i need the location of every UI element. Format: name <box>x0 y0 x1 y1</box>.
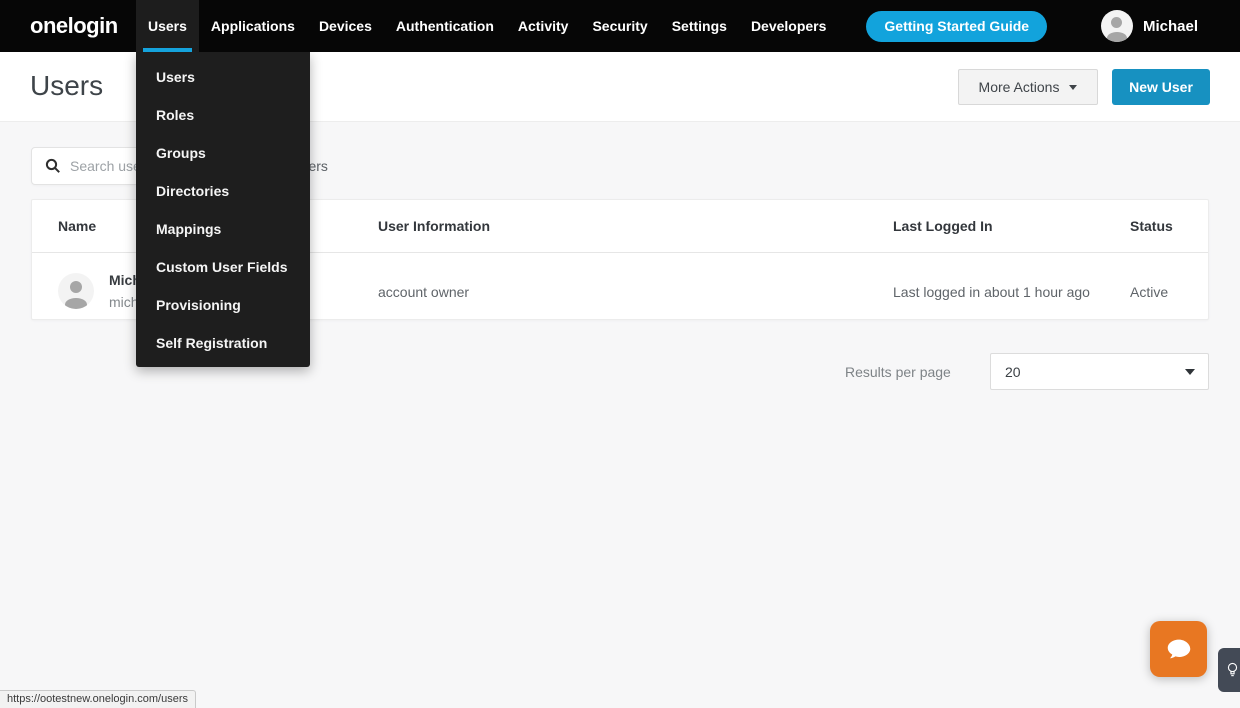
more-actions-label: More Actions <box>979 79 1060 95</box>
results-per-page-select[interactable]: 20 <box>990 353 1209 390</box>
results-per-page-value: 20 <box>1005 364 1021 380</box>
nav-item-applications-label: Applications <box>211 18 295 34</box>
row-status: Active <box>1130 284 1168 300</box>
column-header-status[interactable]: Status <box>1130 218 1173 234</box>
search-icon <box>45 158 61 174</box>
results-per-page-label: Results per page <box>845 364 951 380</box>
lightbulb-icon <box>1225 660 1240 680</box>
column-header-name[interactable]: Name <box>58 218 96 234</box>
nav-item-applications[interactable]: Applications <box>199 0 307 52</box>
nav-item-devices[interactable]: Devices <box>307 0 384 52</box>
row-user-information: account owner <box>378 284 469 300</box>
menu-item-provisioning[interactable]: Provisioning <box>136 286 310 324</box>
menu-item-groups[interactable]: Groups <box>136 134 310 172</box>
avatar-torso-shape <box>65 298 87 309</box>
nav-item-settings[interactable]: Settings <box>660 0 739 52</box>
browser-link-preview: https://ootestnew.onelogin.com/users <box>0 690 196 708</box>
nav-item-activity-label: Activity <box>518 18 569 34</box>
nav-username: Michael <box>1143 18 1198 35</box>
menu-item-directories[interactable]: Directories <box>136 172 310 210</box>
column-header-last-logged-in[interactable]: Last Logged In <box>893 218 993 234</box>
nav-item-security[interactable]: Security <box>580 0 659 52</box>
new-user-button[interactable]: New User <box>1112 69 1210 105</box>
avatar-head-shape <box>70 281 82 293</box>
row-last-logged-in: Last logged in about 1 hour ago <box>893 284 1090 300</box>
speech-bubble-icon <box>1164 634 1194 664</box>
nav-item-developers-label: Developers <box>751 18 826 34</box>
menu-item-mappings[interactable]: Mappings <box>136 210 310 248</box>
active-tab-underline <box>143 48 192 52</box>
top-nav: onelogin Users Applications Devices Auth… <box>0 0 1240 52</box>
chevron-down-icon <box>1069 85 1077 90</box>
hint-lightbulb-tab[interactable] <box>1218 648 1240 692</box>
menu-item-users[interactable]: Users <box>136 58 310 96</box>
menu-item-roles[interactable]: Roles <box>136 96 310 134</box>
menu-item-self-registration[interactable]: Self Registration <box>136 324 310 362</box>
avatar-torso-shape <box>1107 32 1127 42</box>
nav-item-security-label: Security <box>592 18 647 34</box>
chat-widget-button[interactable] <box>1150 621 1207 677</box>
avatar-head-shape <box>1111 17 1122 28</box>
onelogin-logo[interactable]: onelogin <box>30 13 136 39</box>
getting-started-guide-button[interactable]: Getting Started Guide <box>866 11 1047 42</box>
page-title: Users <box>30 70 103 102</box>
chevron-down-icon <box>1185 369 1195 375</box>
row-user-avatar-icon <box>58 273 94 309</box>
user-avatar-icon <box>1101 10 1133 42</box>
nav-user-menu[interactable]: Michael <box>1101 10 1198 42</box>
menu-item-custom-user-fields[interactable]: Custom User Fields <box>136 248 310 286</box>
nav-item-users[interactable]: Users <box>136 0 199 52</box>
column-header-user-information[interactable]: User Information <box>378 218 490 234</box>
nav-item-settings-label: Settings <box>672 18 727 34</box>
nav-item-developers[interactable]: Developers <box>739 0 838 52</box>
nav-item-devices-label: Devices <box>319 18 372 34</box>
nav-item-authentication[interactable]: Authentication <box>384 0 506 52</box>
nav-item-activity[interactable]: Activity <box>506 0 581 52</box>
more-actions-button[interactable]: More Actions <box>958 69 1098 105</box>
users-dropdown-menu: Users Roles Groups Directories Mappings … <box>136 52 310 367</box>
nav-item-authentication-label: Authentication <box>396 18 494 34</box>
nav-item-users-label: Users <box>148 18 187 34</box>
